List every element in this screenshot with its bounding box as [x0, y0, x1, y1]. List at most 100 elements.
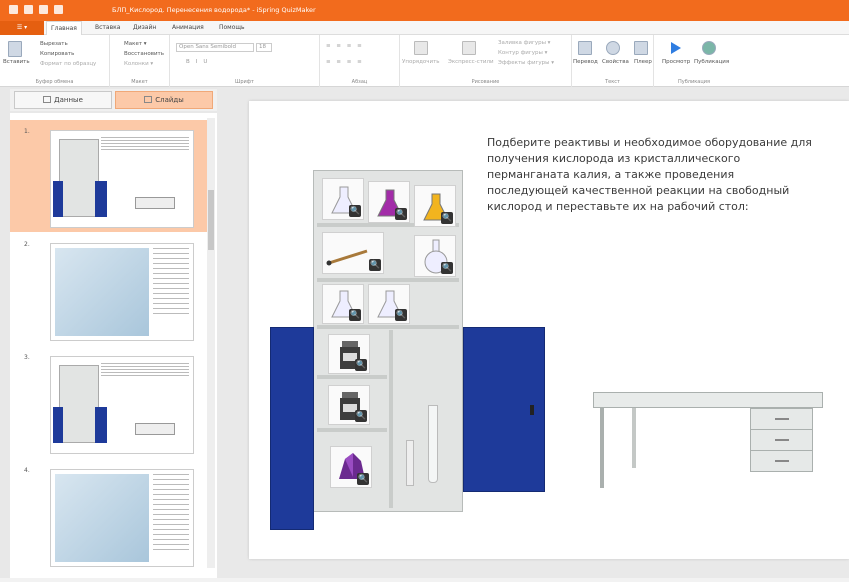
slide-thumbnail	[50, 130, 194, 228]
slide-thumbnail	[50, 356, 194, 454]
publish-icon[interactable]	[702, 41, 716, 55]
permanganate-crystals[interactable]: 🔍	[330, 446, 372, 488]
work-desk[interactable]	[593, 392, 823, 408]
zoom-icon[interactable]: 🔍	[369, 259, 381, 271]
paragraph-group: ≡ ≡ ≡ ≡ ≡ ≡ ≡ ≡ Абзац	[320, 35, 400, 87]
shape-effects-button[interactable]: Эффекты фигуры ▾	[498, 60, 554, 66]
slide-number: 2.	[24, 241, 30, 248]
align-buttons[interactable]: ≡ ≡ ≡ ≡	[326, 59, 364, 65]
translate-button[interactable]: Перевод	[573, 59, 598, 65]
slide-thumb-3[interactable]: 3.	[10, 346, 207, 458]
tab-insert[interactable]: Вставка	[95, 21, 120, 35]
glass-rod-holder[interactable]	[406, 440, 414, 486]
zoom-icon[interactable]: 🔍	[349, 309, 361, 321]
gear-icon[interactable]	[606, 41, 620, 55]
font-size-select[interactable]: 18	[256, 43, 272, 52]
play-icon[interactable]	[670, 41, 682, 55]
file-menu-button[interactable]: ☰ ▾	[0, 21, 44, 35]
zoom-icon[interactable]: 🔍	[357, 473, 369, 485]
layout-group-label: Макет	[131, 79, 148, 85]
shape-outline-button[interactable]: Контур фигуры ▾	[498, 50, 547, 56]
columns-button[interactable]: Колонки ▾	[124, 61, 153, 67]
flask-yellow[interactable]: 🔍	[414, 185, 456, 227]
arrange-button[interactable]: Упорядочить	[402, 59, 440, 65]
cabinet-divider	[389, 330, 393, 508]
format-painter-button[interactable]: Формат по образцу	[40, 61, 96, 67]
test-tube[interactable]	[428, 405, 438, 483]
flask-clear-2[interactable]: 🔍	[322, 284, 364, 324]
slide-list-scrollbar[interactable]	[207, 118, 215, 568]
app-icon	[9, 5, 18, 14]
flask-clear-3[interactable]: 🔍	[368, 284, 410, 324]
slide-thumb-4[interactable]: 4.	[10, 459, 207, 571]
arrange-icon[interactable]	[414, 41, 428, 55]
reagent-jar-2[interactable]: 🔍	[328, 385, 370, 425]
shape-fill-button[interactable]: Заливка фигуры ▾	[498, 40, 550, 46]
desk-leg	[600, 408, 604, 488]
undo-icon[interactable]	[39, 5, 48, 14]
slides-icon	[144, 96, 153, 103]
drawing-group-label: Рисование	[471, 79, 500, 85]
zoom-icon[interactable]: 🔍	[441, 212, 453, 224]
cabinet-shelf	[317, 325, 459, 329]
slide-list: 1. 2. 3. 4.	[10, 113, 217, 578]
wooden-splint[interactable]: 🔍	[322, 232, 384, 274]
copy-button[interactable]: Копировать	[40, 51, 74, 57]
publish-group-label: Публикация	[678, 79, 710, 85]
window-title: БЛП_Кислород. Перенесения водорода* - iS…	[112, 6, 316, 14]
slide-number: 4.	[24, 467, 30, 474]
player-button[interactable]: Плеер	[634, 59, 652, 65]
properties-button[interactable]: Свойства	[602, 59, 629, 65]
cabinet-shelf	[317, 428, 387, 432]
ribbon: Вставить Вырезать Копировать Формат по о…	[0, 35, 849, 87]
tab-slides[interactable]: Слайды	[115, 91, 213, 109]
restore-button[interactable]: Восстановить	[124, 51, 164, 57]
slide-thumbnail	[50, 243, 194, 341]
tab-home[interactable]: Главная	[46, 21, 82, 35]
redo-icon[interactable]	[54, 5, 63, 14]
reagent-jar-1[interactable]: 🔍	[328, 334, 370, 374]
zoom-icon[interactable]: 🔍	[441, 262, 453, 274]
slide-thumb-2[interactable]: 2.	[10, 233, 207, 345]
zoom-icon[interactable]: 🔍	[355, 359, 367, 371]
desk-leg	[632, 408, 636, 468]
tab-help[interactable]: Помощь	[219, 21, 245, 35]
slide-instruction-text[interactable]: Подберите реактивы и необходимое оборудо…	[487, 135, 817, 215]
publish-button[interactable]: Публикация	[694, 59, 729, 65]
translate-icon[interactable]	[578, 41, 592, 55]
slide-thumbnail	[50, 469, 194, 567]
tab-animation[interactable]: Анимация	[172, 21, 204, 35]
font-group-label: Шрифт	[235, 79, 254, 85]
quick-styles-button[interactable]: Экспресс-стили	[448, 59, 494, 65]
status-bar	[0, 578, 849, 582]
clipboard-group: Вставить Вырезать Копировать Формат по о…	[0, 35, 110, 87]
cut-button[interactable]: Вырезать	[40, 41, 68, 47]
quick-styles-icon[interactable]	[462, 41, 476, 55]
slide-list-scroll-thumb[interactable]	[208, 190, 214, 250]
zoom-icon[interactable]: 🔍	[349, 205, 361, 217]
save-icon[interactable]	[24, 5, 33, 14]
preview-button[interactable]: Просмотр	[662, 59, 690, 65]
font-style-buttons[interactable]: BIU	[186, 59, 213, 65]
tab-data[interactable]: Данные	[14, 91, 112, 109]
paste-button[interactable]: Вставить	[3, 59, 30, 65]
ribbon-tabs: ☰ ▾ Главная Вставка Дизайн Анимация Помо…	[0, 21, 849, 35]
quick-access-toolbar	[9, 5, 63, 14]
paragraph-group-label: Абзац	[351, 79, 368, 85]
text-group-label: Текст	[605, 79, 620, 85]
layout-button[interactable]: Макет ▾	[124, 41, 147, 47]
zoom-icon[interactable]: 🔍	[355, 410, 367, 422]
paste-icon[interactable]	[8, 41, 22, 57]
player-icon[interactable]	[634, 41, 648, 55]
flask-purple[interactable]: 🔍	[368, 181, 410, 223]
slide-thumb-1[interactable]: 1.	[10, 120, 207, 232]
layout-group: Макет ▾ Восстановить Колонки ▾ Макет	[110, 35, 170, 87]
flask-round-bottom[interactable]: 🔍	[414, 235, 456, 277]
tab-design[interactable]: Дизайн	[133, 21, 156, 35]
zoom-icon[interactable]: 🔍	[395, 208, 407, 220]
list-buttons[interactable]: ≡ ≡ ≡ ≡	[326, 43, 364, 49]
tab-data-label: Данные	[54, 96, 83, 104]
zoom-icon[interactable]: 🔍	[395, 309, 407, 321]
flask-clear[interactable]: 🔍	[322, 178, 364, 220]
font-family-select[interactable]: Open Sans Semibold	[176, 43, 254, 52]
